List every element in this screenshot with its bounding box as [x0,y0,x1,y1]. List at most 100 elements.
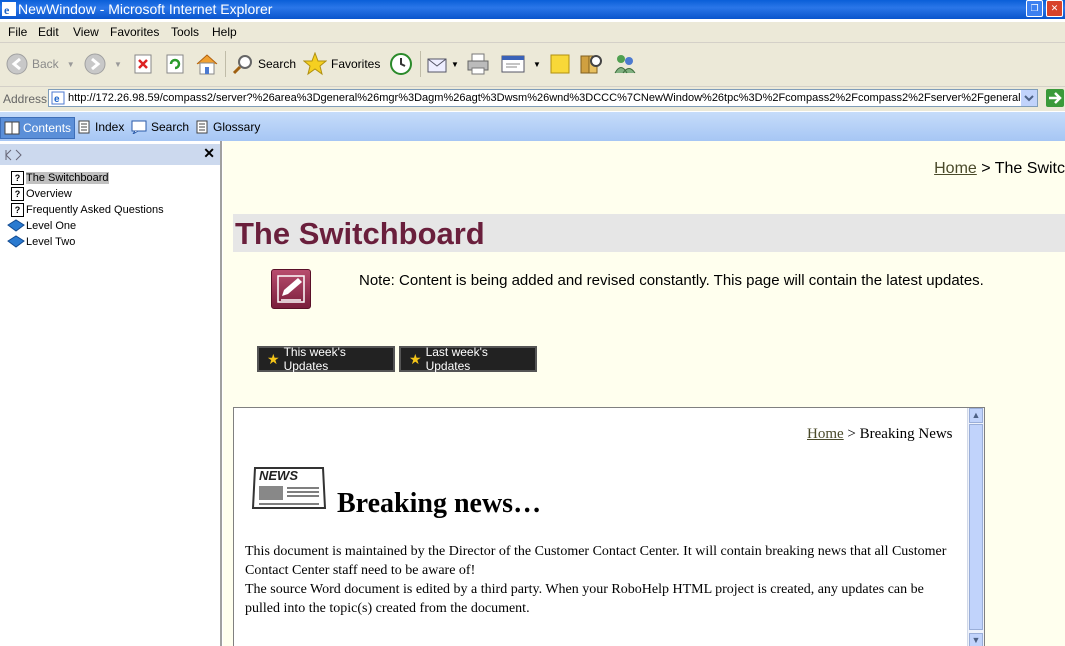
mail-dropdown-icon[interactable]: ▼ [451,60,459,69]
history-icon [390,53,412,75]
book-icon [4,121,20,135]
breadcrumb-home-link[interactable]: Home [934,160,977,177]
tab-search[interactable]: Search [128,117,192,137]
edit-dropdown-icon[interactable]: ▼ [533,60,541,69]
messenger-button[interactable] [612,51,638,77]
breadcrumb-current: > The Switc [976,160,1065,177]
address-bar: Address e http://172.26.98.59/compass2/s… [0,86,1065,111]
print-button[interactable] [466,51,490,77]
chevron-down-icon [1024,95,1034,102]
search-tab-icon [131,120,147,134]
research-icon [580,55,602,74]
menu-tools[interactable]: Tools [171,25,199,39]
research-button[interactable] [579,51,603,77]
scroll-up-button[interactable]: ▲ [969,408,983,423]
svg-text:e: e [4,3,10,16]
standard-toolbar: Back ▼ ▼ Search Favorites ▼ ▼ [0,43,1065,86]
back-arrow-icon [6,53,28,75]
inner-breadcrumb: Home > Breaking News [807,426,953,443]
address-dropdown-button[interactable] [1021,90,1037,106]
go-arrow-icon [1049,92,1062,104]
address-url: http://172.26.98.59/compass2/server?%26a… [68,92,1028,104]
svg-text:NEWS: NEWS [259,468,298,483]
tab-glossary[interactable]: Glossary [192,117,263,137]
search-icon [232,55,252,75]
ie-logo-icon: e [2,2,16,16]
toc-item[interactable]: ? Overview [11,186,72,202]
favorites-button[interactable]: Favorites [303,51,380,77]
toc-item[interactable]: ? Frequently Asked Questions [11,202,164,218]
closed-book-icon [7,235,25,248]
close-pane-icon[interactable]: ✕ [203,145,215,162]
this-week-updates-button[interactable]: ★ This week's Updates [257,345,395,373]
svg-text:e: e [54,94,60,105]
topic-pane: Home > The Switc The Switchboard Note: C… [223,141,1065,646]
toc-pane: ✕ ? The Switchboard ? Overview ? Frequen… [0,141,222,646]
stop-button[interactable] [133,51,153,77]
title-bar: e NewWindow - Microsoft Internet Explore… [0,0,1065,19]
address-label: Address [3,92,48,106]
help-page-icon: ? [11,203,24,217]
menu-help[interactable]: Help [212,25,237,39]
news-paragraph: The source Word document is edited by a … [245,582,924,616]
close-window-button[interactable]: ✕ [1046,0,1063,17]
sync-toc-icon[interactable] [5,149,23,161]
glossary-icon [196,120,208,134]
toc-item[interactable]: ? The Switchboard [11,170,109,186]
messenger-icon [614,55,636,74]
page-icon: e [51,91,65,105]
menu-favorites[interactable]: Favorites [110,25,159,39]
window-title: NewWindow - Microsoft Internet Explorer [18,1,273,17]
edit-document-icon [501,55,525,73]
toc-book[interactable]: Level Two [7,234,75,250]
inner-breadcrumb-current: > Breaking News [843,426,953,442]
stop-icon [134,54,152,74]
tab-contents[interactable]: Contents [0,117,76,139]
news-body: This document is maintained by the Direc… [245,542,955,618]
news-paragraph: This document is maintained by the Direc… [245,544,947,578]
back-button[interactable]: Back ▼ [6,51,75,77]
menu-view[interactable]: View [73,25,99,39]
index-icon [78,120,90,134]
note-pencil-icon [271,269,311,309]
breadcrumb: Home > The Switc [934,160,1065,178]
refresh-button[interactable] [165,51,185,77]
tab-index[interactable]: Index [74,117,127,137]
refresh-icon [166,54,184,74]
news-title: Breaking news… [337,488,542,519]
toc-navbar: ✕ [0,144,220,165]
history-button[interactable] [389,51,413,77]
home-button[interactable] [195,51,219,77]
help-page-icon: ? [11,187,24,201]
menu-bar: File Edit View Favorites Tools Help [0,22,1065,43]
edit-button[interactable]: ▼ [501,51,541,77]
menu-file[interactable]: File [8,25,27,39]
scroll-down-button[interactable]: ▼ [969,633,983,646]
star-icon [303,52,327,76]
help-navigation-bar: Contents Index Search Glossary [0,112,1065,141]
mail-button[interactable]: ▼ [427,51,459,77]
page-title-bar: The Switchboard [233,214,1065,252]
scroll-thumb[interactable] [969,424,983,630]
star-icon: ★ [267,350,280,367]
forward-button[interactable]: ▼ [84,51,122,77]
inner-home-link[interactable]: Home [807,426,844,442]
page-title: The Switchboard [235,216,485,251]
forward-dropdown-icon[interactable]: ▼ [114,60,122,69]
go-button[interactable] [1046,89,1064,107]
search-button[interactable]: Search [232,51,296,77]
note-text: Note: Content is being added and revised… [359,272,984,289]
address-input[interactable]: e http://172.26.98.59/compass2/server?%2… [48,89,1038,107]
mail-icon [427,58,447,73]
back-dropdown-icon[interactable]: ▼ [67,60,75,69]
last-week-updates-button[interactable]: ★ Last week's Updates [399,345,537,373]
toc-book[interactable]: Level One [7,218,76,234]
restore-button[interactable]: ❐ [1026,0,1043,17]
note-icon [550,54,570,74]
forward-arrow-icon [84,53,106,75]
frame-scrollbar[interactable]: ▲ ▼ [967,408,984,646]
menu-edit[interactable]: Edit [38,25,59,39]
discuss-button[interactable] [549,51,571,77]
printer-icon [467,53,489,75]
closed-book-icon [7,219,25,232]
